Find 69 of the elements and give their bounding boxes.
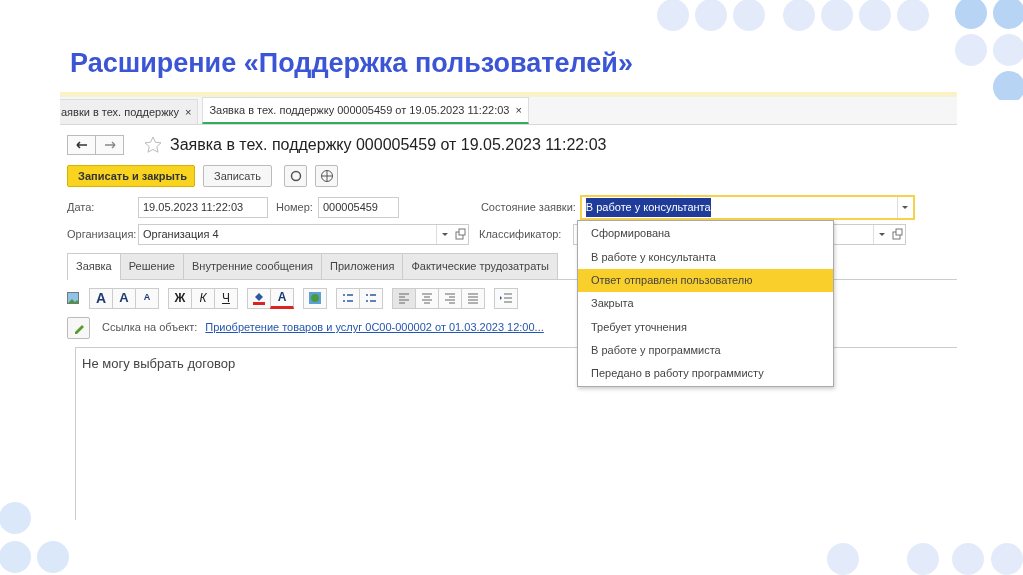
numbered-list-button[interactable] [359,287,383,309]
document-tab[interactable]: Заявка в тех. поддержку 000005459 от 19.05.2023 11:22:03 × [202,96,529,124]
dropdown-option[interactable]: В работе у консультанта [578,245,833,269]
slide-title: Расширение «Поддержка пользователей» [69,47,633,80]
field-label: Организация: [67,227,138,243]
status-combobox[interactable]: В работе у консультанта [579,195,915,220]
indent-button[interactable] [494,287,518,309]
history-button[interactable] [315,165,338,187]
form-title: Заявка в тех. поддержку 000005459 от 19.05.2023 11:22:03 [170,135,607,155]
underline-button[interactable]: Ч [214,287,238,309]
field-label: Номер: [276,200,313,216]
save-close-button[interactable]: Записать и закрыть [67,165,195,187]
italic-button[interactable]: К [191,287,215,309]
forward-button[interactable] [95,135,124,155]
object-link[interactable]: Приобретение товаров и услуг 0С00-000002 от 01.03.2023 12:00... [205,319,544,336]
close-button[interactable]: × [515,103,522,116]
refresh-icon [289,170,302,182]
insert-picture-button[interactable] [303,287,327,309]
globe-icon [319,169,334,183]
star-icon[interactable] [144,136,162,154]
form-tab[interactable]: Заявка [67,253,121,280]
dropdown-option[interactable]: Ответ отправлен пользователю [578,268,833,292]
number-field[interactable]: 000005459 [317,197,399,218]
dropdown-icon [902,206,909,209]
list-icon [365,293,377,303]
save-button[interactable]: Записать [203,165,272,187]
field-label: Дата: [67,200,96,216]
align-center-icon [421,292,433,304]
text-color-button[interactable]: A [270,287,294,309]
back-button[interactable] [67,135,96,155]
indent-icon [500,293,512,303]
form-tab[interactable]: Приложения [321,253,404,279]
list-icon [342,293,354,303]
forward-icon [103,141,116,149]
fill-color-button[interactable] [247,287,271,309]
dropdown-option[interactable]: Передано в работу программисту [578,361,833,386]
organization-field[interactable]: Организация 4 [138,224,469,245]
edit-button[interactable] [67,316,90,339]
field-label: Состояние заявки: [480,200,576,216]
form-tab[interactable]: Фактические трудозатраты [402,253,558,279]
dropdown-icon [878,233,885,236]
bulleted-list-button[interactable] [336,287,360,309]
align-left-button[interactable] [392,287,416,309]
justify-button[interactable] [461,287,485,309]
form-tab[interactable]: Внутренние сообщения [183,253,323,279]
document-tab[interactable]: аявки в тех. поддержку × [60,98,199,124]
form-tab[interactable]: Решение [119,253,184,279]
bold-button[interactable]: Ж [168,287,192,309]
grow-font-button[interactable]: A [112,287,136,309]
dropdown-option[interactable]: Закрыта [578,291,833,316]
font-button[interactable]: A [89,287,113,309]
align-right-button[interactable] [438,287,462,309]
align-left-icon [398,292,410,304]
picture-icon [308,291,322,305]
shrink-font-button[interactable]: A [135,287,159,309]
field-label: Классификатор: [479,227,562,243]
date-field[interactable]: 19.05.2023 11:22:03 [138,197,268,218]
align-center-button[interactable] [415,287,439,309]
dropdown-option[interactable]: Сформирована [578,222,833,246]
close-button[interactable]: × [184,105,192,118]
align-right-icon [444,292,456,304]
image-icon [67,292,79,304]
refresh-button[interactable] [284,165,307,187]
link-label: Ссылка на объект: [102,320,198,336]
bucket-icon [252,291,266,305]
dropdown-option[interactable]: Требует уточнения [578,315,833,339]
dropdown-icon [441,233,448,236]
justify-icon [467,292,479,304]
back-icon [75,141,88,149]
